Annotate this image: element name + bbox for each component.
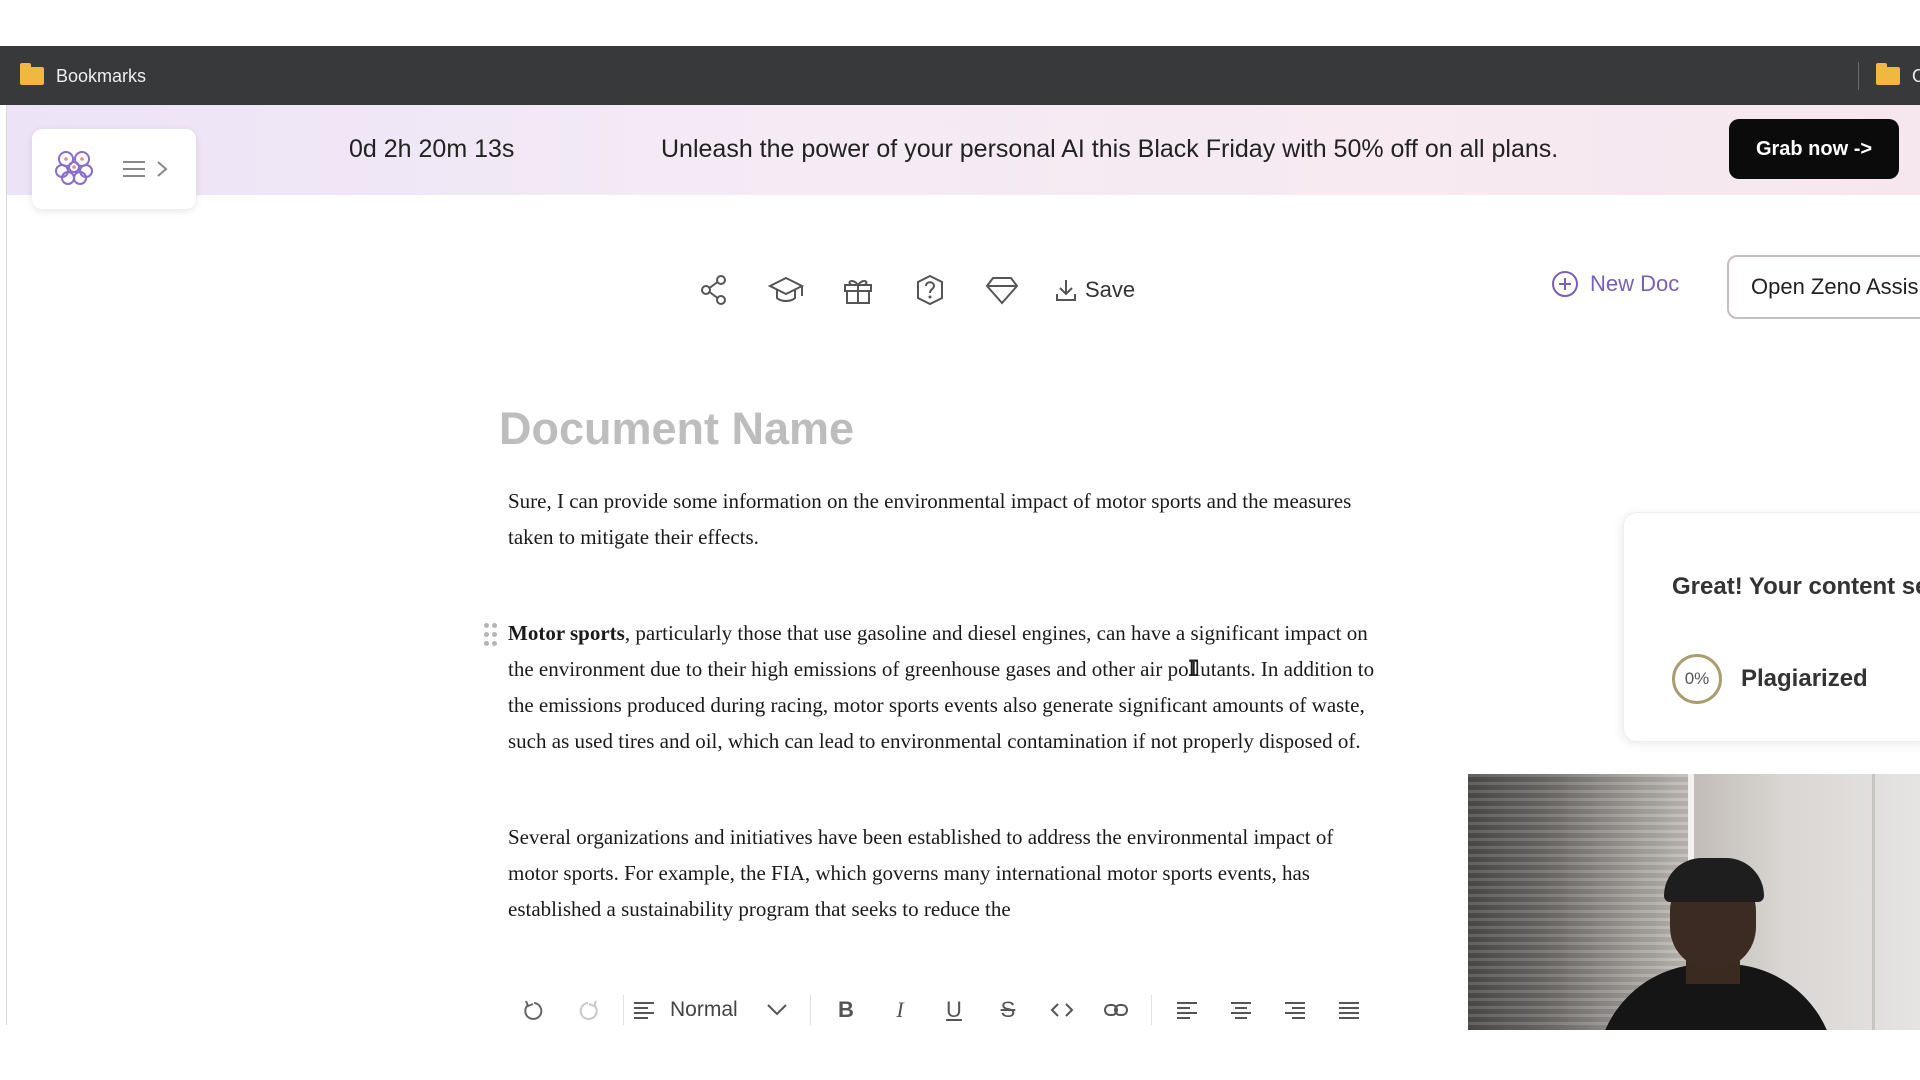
webcam-overlay bbox=[1468, 774, 1920, 1030]
diamond-icon[interactable] bbox=[983, 271, 1021, 309]
paragraph: Motor sports, particularly those that us… bbox=[508, 615, 1388, 759]
bookmarks-label: Bookmarks bbox=[56, 65, 147, 86]
align-right-icon[interactable] bbox=[1268, 990, 1322, 1025]
promo-message: Unleash the power of your personal AI th… bbox=[661, 135, 1559, 163]
plagiarism-title: Great! Your content se unique bbox=[1672, 573, 1920, 600]
undo-icon[interactable] bbox=[507, 990, 561, 1025]
document-name-input[interactable]: Document Name bbox=[499, 403, 854, 455]
person-cap bbox=[1664, 858, 1764, 902]
open-zeno-assistant-button[interactable]: Open Zeno Assis bbox=[1727, 255, 1920, 319]
door-edge bbox=[1872, 774, 1875, 1030]
redo-icon[interactable] bbox=[561, 990, 615, 1025]
bottom-margin bbox=[0, 1030, 1920, 1080]
paragraph: Several organizations and initiatives ha… bbox=[508, 825, 1334, 921]
italic-icon[interactable]: I bbox=[873, 990, 927, 1025]
plagiarism-label: Plagiarized bbox=[1741, 665, 1868, 692]
download-icon bbox=[1056, 280, 1076, 301]
document-body[interactable]: Sure, I can provide some information on … bbox=[508, 483, 1388, 987]
paragraph: Sure, I can provide some information on … bbox=[508, 489, 1352, 549]
grab-now-button[interactable]: Grab now -> bbox=[1729, 119, 1899, 179]
text-cursor-icon: I bbox=[1187, 657, 1201, 682]
toolbar-divider bbox=[810, 995, 811, 1025]
plus-circle-icon bbox=[1552, 271, 1578, 297]
align-left-icon[interactable] bbox=[1160, 990, 1214, 1025]
strikethrough-icon[interactable]: S bbox=[981, 990, 1035, 1025]
text-style-select[interactable]: Normal bbox=[632, 998, 802, 1022]
doc-toolbar: Save bbox=[695, 265, 1135, 315]
zeno-label: Open Zeno Assis bbox=[1751, 274, 1919, 299]
plagiarism-percent-ring: 0% bbox=[1672, 654, 1722, 704]
folder-icon bbox=[1876, 63, 1900, 85]
align-center-icon[interactable] bbox=[1214, 990, 1268, 1025]
save-button[interactable]: Save bbox=[1055, 277, 1135, 303]
bookmarks-folder[interactable]: Bookmarks bbox=[20, 63, 147, 88]
toolbar-divider bbox=[623, 995, 624, 1025]
other-bookmarks-label: O bbox=[1912, 65, 1920, 86]
bookmarks-bar: Bookmarks O bbox=[0, 46, 1920, 105]
new-doc-label: New Doc bbox=[1590, 271, 1680, 296]
folder-icon bbox=[20, 63, 44, 85]
new-doc-button[interactable]: New Doc bbox=[1550, 269, 1679, 299]
gift-icon[interactable] bbox=[839, 271, 877, 309]
logo-card bbox=[32, 129, 196, 209]
other-bookmarks-folder[interactable]: O bbox=[1876, 63, 1920, 88]
align-justify-icon[interactable] bbox=[1322, 990, 1376, 1025]
paragraph-text: , particularly those that use gasoline a… bbox=[508, 621, 1375, 753]
promo-banner: 0d 2h 20m 13s Unleash the power of your … bbox=[7, 105, 1920, 195]
drag-handle-icon[interactable] bbox=[484, 623, 498, 647]
format-toolbar: Normal B I U S bbox=[507, 985, 1387, 1025]
bold-text: Motor sports bbox=[508, 621, 625, 645]
menu-expand-icon[interactable] bbox=[122, 159, 168, 179]
save-label: Save bbox=[1085, 277, 1136, 302]
link-icon[interactable] bbox=[1089, 990, 1143, 1025]
countdown-timer: 0d 2h 20m 13s bbox=[349, 135, 515, 163]
plagiarism-card: Great! Your content se unique 0% Plagiar… bbox=[1623, 512, 1920, 742]
code-icon[interactable] bbox=[1035, 990, 1089, 1025]
bookmarks-divider bbox=[1858, 62, 1859, 90]
bold-icon[interactable]: B bbox=[819, 990, 873, 1025]
paragraph-style-icon bbox=[634, 1002, 654, 1019]
brain-logo-icon[interactable] bbox=[52, 147, 96, 192]
toolbar-divider bbox=[1151, 995, 1152, 1025]
top-margin bbox=[0, 0, 1920, 46]
underline-icon[interactable]: U bbox=[927, 990, 981, 1025]
graduation-cap-icon[interactable] bbox=[767, 271, 805, 309]
text-style-value: Normal bbox=[670, 998, 738, 1021]
chevron-down-icon bbox=[766, 1004, 787, 1016]
share-icon[interactable] bbox=[695, 271, 733, 309]
help-icon[interactable] bbox=[911, 271, 949, 309]
